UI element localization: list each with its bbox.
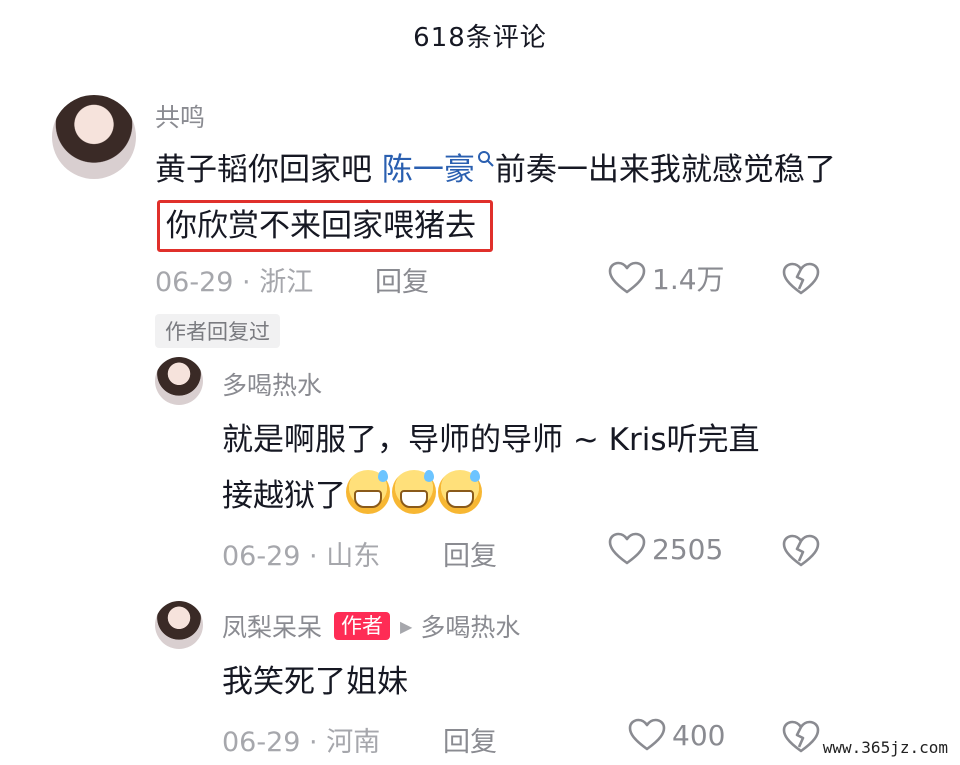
- author-tag: 作者: [334, 612, 391, 640]
- reply-button[interactable]: 回复: [443, 720, 497, 759]
- avatar[interactable]: [155, 601, 203, 649]
- like-button[interactable]: 400: [628, 718, 725, 752]
- broken-heart-icon: [782, 534, 820, 567]
- watermark: www.365jz.com: [818, 736, 952, 759]
- reply-to-username[interactable]: 多喝热水: [420, 613, 520, 642]
- highlighted-text: 你欣赏不来回家喂猪去: [157, 200, 493, 252]
- reply-text: 就是啊服了，导师的导师 ~ Kris听完直 接越狱了: [222, 412, 842, 524]
- broken-heart-icon: [782, 262, 820, 295]
- mention-name: 陈一豪: [381, 152, 475, 188]
- dislike-button[interactable]: [782, 262, 820, 296]
- search-icon: [477, 151, 494, 167]
- grinning-sweat-emoji: [392, 470, 436, 514]
- like-button[interactable]: 2505: [608, 532, 723, 566]
- reply-text-line2: 接越狱了: [222, 478, 346, 514]
- heart-outline-icon: [608, 532, 646, 565]
- reply-text: 我笑死了姐妹: [222, 664, 408, 700]
- comment-count-title: 618条评论: [413, 22, 547, 53]
- mention-link[interactable]: 陈一豪: [381, 151, 495, 188]
- heart-outline-icon: [608, 261, 646, 294]
- reply-username[interactable]: 凤梨呆呆: [222, 613, 322, 642]
- comment-username[interactable]: 共鸣: [155, 98, 205, 134]
- grinning-sweat-emoji: [438, 470, 482, 514]
- avatar[interactable]: [52, 95, 136, 179]
- comment-date-location: 06-29 · 浙江: [155, 267, 314, 298]
- avatar[interactable]: [155, 357, 203, 405]
- comments-header: 618条评论: [0, 0, 960, 70]
- grinning-sweat-emoji: [346, 470, 390, 514]
- dislike-button[interactable]: [782, 534, 820, 568]
- reply-button[interactable]: 回复: [443, 534, 497, 573]
- heart-outline-icon: [628, 718, 666, 751]
- comment-text-main: 黄子韬你回家吧: [155, 152, 382, 188]
- triangle-right-icon: ▶: [400, 617, 413, 636]
- like-count: 1.4万: [652, 263, 725, 296]
- dislike-button[interactable]: [782, 720, 820, 754]
- comment-text: 黄子韬你回家吧 陈一豪 前奏一出来我就感觉稳了你欣赏不来回家喂猪去: [155, 142, 845, 254]
- reply-date-location: 06-29 · 河南: [222, 727, 381, 758]
- reply-header: 凤梨呆呆 作者 ▶ 多喝热水: [222, 608, 520, 644]
- author-replied-badge: 作者回复过: [155, 314, 280, 348]
- reply-username[interactable]: 多喝热水: [222, 366, 322, 402]
- reply-text-line1: 就是啊服了，导师的导师 ~ Kris听完直: [222, 422, 760, 458]
- comment-text-after-mention: 前奏一出来我就感觉稳了: [494, 152, 836, 188]
- reply-date-location: 06-29 · 山东: [222, 541, 381, 572]
- broken-heart-icon: [782, 720, 820, 753]
- reply-button[interactable]: 回复: [375, 260, 429, 299]
- reply-text-line2-wrap: 接越狱了: [222, 468, 842, 524]
- like-count: 400: [672, 718, 726, 752]
- like-count: 2505: [652, 532, 724, 566]
- like-button[interactable]: 1.4万: [608, 258, 725, 298]
